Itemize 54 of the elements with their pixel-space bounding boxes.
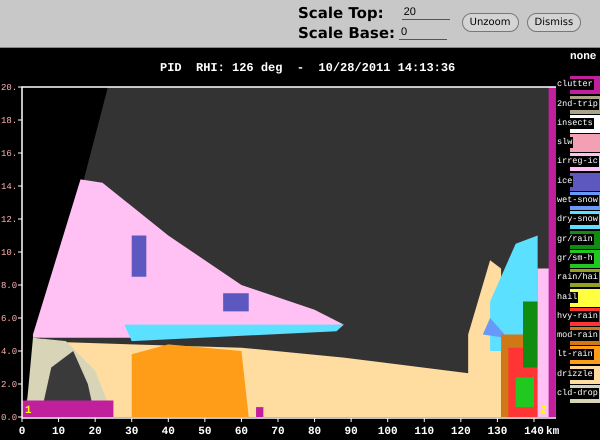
toolbar-button[interactable]: Unzoom bbox=[462, 13, 519, 32]
scale-field[interactable]: 20 bbox=[402, 6, 450, 20]
legend-label: drizzle bbox=[556, 368, 594, 380]
legend-label: lt-rain bbox=[556, 349, 594, 360]
field-label: Scale Top: bbox=[298, 3, 384, 23]
legend-label: slw bbox=[556, 137, 574, 148]
legend-label: gr/rain bbox=[556, 234, 594, 245]
y-axis-label: 8.0 bbox=[1, 281, 18, 291]
y-axis-label: 12. bbox=[1, 215, 18, 225]
x-axis-label: 10 bbox=[52, 426, 66, 438]
y-axis-label: 20. bbox=[1, 83, 18, 93]
legend-label: cld-drop bbox=[556, 388, 599, 400]
x-axis-label: 0 bbox=[18, 426, 26, 438]
y-axis-label: 14. bbox=[1, 182, 18, 192]
y-axis-label: 18. bbox=[1, 116, 18, 126]
legend-label: 2nd-trip bbox=[556, 98, 599, 110]
legend-label: insects bbox=[556, 118, 594, 129]
x-axis-label: 60 bbox=[234, 426, 248, 438]
legend-label: rain/hai bbox=[556, 272, 599, 284]
legend-label: irreg-ic bbox=[556, 156, 599, 168]
y-axis-label: 6.0 bbox=[1, 314, 18, 324]
legend-label: wet-snow bbox=[556, 195, 599, 206]
x-axis-label: 70 bbox=[271, 426, 285, 438]
x-axis-label: 100 bbox=[378, 426, 398, 438]
legend-label: ice bbox=[556, 176, 574, 187]
x-axis-label: 80 bbox=[308, 426, 322, 438]
x-axis-label: 20 bbox=[88, 426, 102, 438]
y-axis-label: 16. bbox=[1, 149, 18, 159]
plot-title: PID RHI: 126 deg - 10/28/2011 14:13:36 bbox=[160, 61, 456, 75]
scale-field[interactable]: 0 bbox=[399, 26, 448, 40]
y-axis-label: 2.0 bbox=[1, 380, 18, 390]
x-axis-label: 120 bbox=[450, 426, 471, 438]
x-axis-label: 40 bbox=[162, 426, 175, 438]
y-axis-label: 4.0 bbox=[1, 347, 18, 357]
x-axis-label: 50 bbox=[198, 426, 212, 438]
legend-label: clutter bbox=[556, 79, 594, 90]
axis-unit: km bbox=[546, 426, 560, 438]
field-label: Scale Base: bbox=[298, 23, 396, 43]
legend-label: hvy-rain bbox=[556, 310, 599, 322]
x-axis-label: 140 bbox=[524, 426, 544, 438]
range-marker: 1 bbox=[25, 405, 32, 417]
range-marker: 2 bbox=[540, 405, 547, 417]
x-axis-label: 90 bbox=[344, 426, 358, 438]
y-axis-label: 10. bbox=[1, 248, 18, 258]
legend-label: mod-rain bbox=[556, 330, 599, 342]
x-axis-label: 110 bbox=[414, 426, 434, 438]
x-axis-label: 130 bbox=[488, 426, 508, 438]
legend-title: none bbox=[570, 51, 598, 63]
legend-label: dry-snow bbox=[556, 214, 599, 226]
legend-label: gr/sm-h bbox=[556, 252, 594, 264]
legend-label: hail bbox=[556, 292, 578, 303]
y-axis-label: 0.0 bbox=[1, 413, 18, 423]
toolbar-button[interactable]: Dismiss bbox=[526, 13, 582, 32]
x-axis-label: 30 bbox=[125, 426, 138, 438]
